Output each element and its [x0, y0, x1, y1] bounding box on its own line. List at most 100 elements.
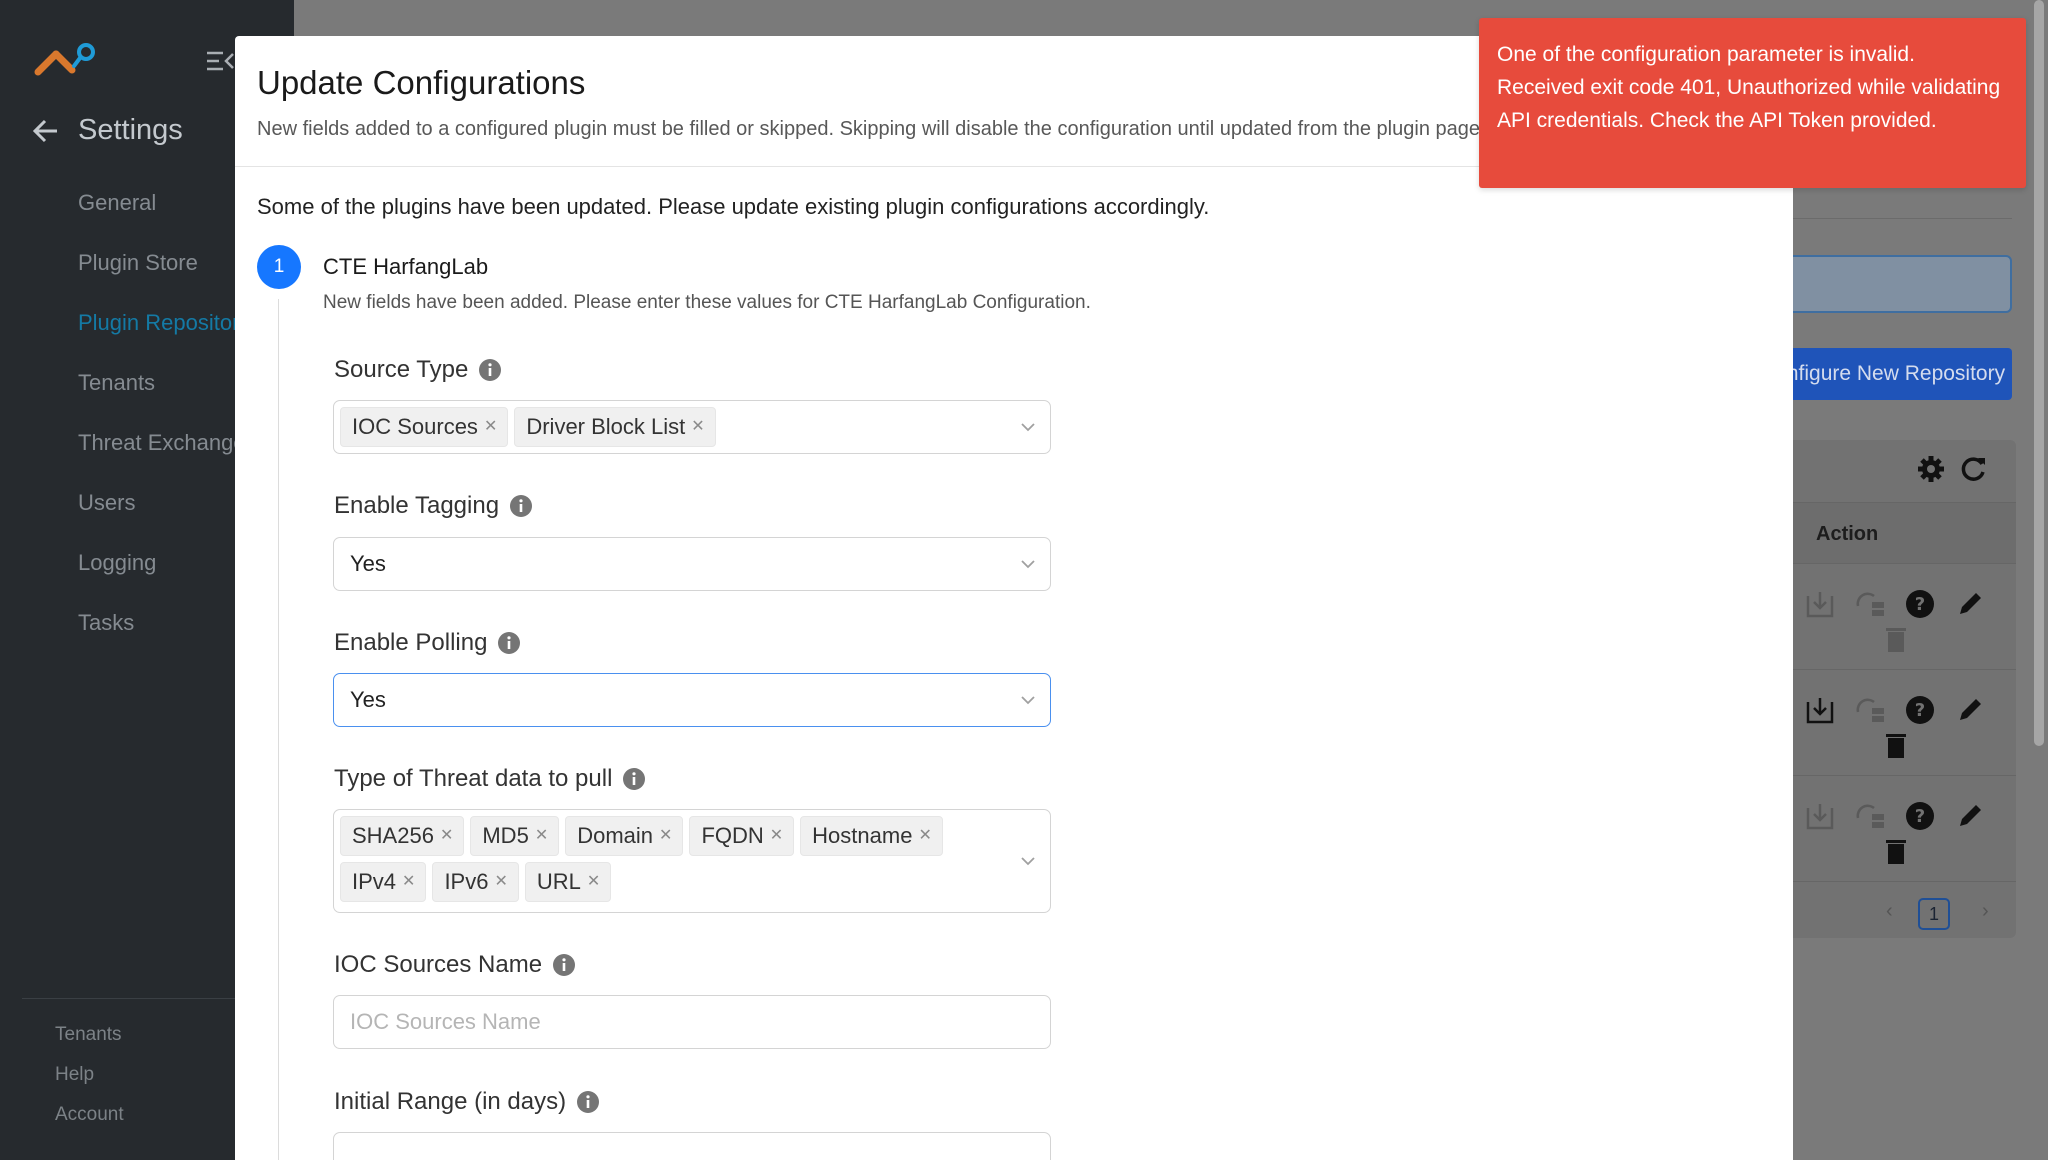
- tag-md5: MD5 ✕: [470, 816, 560, 856]
- column-action: Action: [1816, 523, 1879, 545]
- ioc-sources-name-input[interactable]: IOC Sources Name: [333, 995, 1051, 1049]
- info-icon[interactable]: [509, 494, 533, 518]
- footer-item-account[interactable]: Account: [55, 1104, 124, 1126]
- enable-tagging-label-text: Enable Tagging: [334, 492, 500, 519]
- source-type-select[interactable]: IOC Sources ✕ Driver Block List ✕: [333, 400, 1051, 454]
- source-type-label: Source Type: [334, 356, 502, 384]
- sidebar-item-plugin-store[interactable]: Plugin Store: [78, 250, 198, 276]
- info-icon[interactable]: [576, 1090, 600, 1114]
- info-icon[interactable]: [478, 358, 502, 382]
- next-page-icon: ›: [1982, 900, 1989, 922]
- page-scrollbar[interactable]: [2034, 0, 2044, 746]
- enable-tagging-select[interactable]: Yes: [333, 537, 1051, 591]
- chevron-down-icon: [1020, 420, 1036, 434]
- sidebar-item-tasks[interactable]: Tasks: [78, 610, 134, 636]
- tag-ipv4: IPv4 ✕: [340, 862, 427, 902]
- remove-tag-icon[interactable]: ✕: [659, 828, 672, 844]
- collapse-menu-icon[interactable]: [205, 48, 235, 74]
- threat-data-select[interactable]: SHA256 ✕ MD5 ✕ Domain ✕ FQDN ✕ Hostname ✕ IPv…: [333, 809, 1051, 913]
- tag-label: URL: [536, 869, 581, 894]
- sidebar-item-plugin-repository[interactable]: Plugin Repository: [78, 310, 250, 336]
- source-type-label-text: Source Type: [334, 356, 469, 383]
- app-logo-icon[interactable]: [28, 42, 98, 82]
- background-divider: [1790, 218, 2012, 219]
- tag-ipv6: IPv6 ✕: [432, 862, 519, 902]
- error-toast[interactable]: One of the configuration parameter is in…: [1479, 18, 2026, 188]
- remove-tag-icon[interactable]: ✕: [494, 874, 507, 890]
- enable-polling-select[interactable]: Yes: [333, 673, 1051, 727]
- trash-icon: [1880, 836, 1912, 868]
- tag-url: URL ✕: [524, 862, 612, 902]
- tag-ioc-sources: IOC Sources ✕: [340, 407, 509, 447]
- back-arrow-icon[interactable]: [32, 117, 60, 145]
- footer-item-help[interactable]: Help: [55, 1064, 94, 1086]
- sidebar-item-users[interactable]: Users: [78, 490, 135, 516]
- update-notice: Some of the plugins have been updated. P…: [257, 194, 1210, 219]
- download-icon: [1804, 800, 1836, 832]
- tag-label: Hostname: [812, 823, 913, 848]
- remove-tag-icon[interactable]: ✕: [440, 828, 453, 844]
- sync-icon: [1854, 588, 1886, 620]
- gear-icon: [1916, 454, 1946, 484]
- ioc-sources-name-placeholder: IOC Sources Name: [350, 1009, 541, 1034]
- sidebar-item-general[interactable]: General: [78, 190, 156, 216]
- table-row: ?: [1760, 670, 2016, 776]
- chevron-down-icon: [1020, 854, 1036, 868]
- help-circle-icon: ?: [1904, 694, 1936, 726]
- enable-tagging-value: Yes: [350, 551, 386, 576]
- remove-tag-icon[interactable]: ✕: [770, 828, 783, 844]
- edit-pencil-icon: [1954, 800, 1986, 832]
- footer-item-tenants[interactable]: Tenants: [55, 1024, 122, 1046]
- table-header: Action: [1760, 502, 2016, 564]
- svg-text:?: ?: [1915, 700, 1925, 721]
- initial-range-label: Initial Range (in days): [334, 1088, 600, 1116]
- settings-header: Settings: [32, 114, 183, 147]
- help-circle-icon: ?: [1904, 588, 1936, 620]
- enable-polling-value: Yes: [350, 687, 386, 712]
- tag-hostname: Hostname ✕: [800, 816, 943, 856]
- step-connector: [278, 299, 279, 1160]
- error-toast-message: One of the configuration parameter is in…: [1497, 43, 2001, 132]
- table-row: ?: [1760, 564, 2016, 670]
- table-row: ?: [1760, 776, 2016, 882]
- remove-tag-icon[interactable]: ✕: [587, 874, 600, 890]
- edit-pencil-icon: [1954, 694, 1986, 726]
- tag-label: IOC Sources: [352, 414, 478, 439]
- pagination: ‹ 1 ›: [1760, 890, 2016, 936]
- tag-fqdn: FQDN ✕: [689, 816, 795, 856]
- tag-label: SHA256: [352, 823, 434, 848]
- info-icon[interactable]: [622, 767, 646, 791]
- modal-title: Update Configurations: [257, 64, 586, 101]
- trash-icon: [1880, 730, 1912, 762]
- download-icon: [1804, 694, 1836, 726]
- info-icon[interactable]: [497, 631, 521, 655]
- remove-tag-icon[interactable]: ✕: [484, 419, 497, 435]
- help-circle-icon: ?: [1904, 800, 1936, 832]
- enable-polling-label-text: Enable Polling: [334, 629, 488, 656]
- remove-tag-icon[interactable]: ✕: [535, 828, 548, 844]
- threat-data-label: Type of Threat data to pull: [334, 765, 646, 793]
- tag-driver-block-list: Driver Block List ✕: [514, 407, 716, 447]
- current-page: 1: [1918, 898, 1950, 930]
- sidebar-item-tenants[interactable]: Tenants: [78, 370, 155, 396]
- ioc-sources-name-label-text: IOC Sources Name: [334, 951, 543, 978]
- tag-label: IPv4: [352, 869, 397, 894]
- info-icon[interactable]: [552, 953, 576, 977]
- tag-label: FQDN: [701, 823, 764, 848]
- remove-tag-icon[interactable]: ✕: [402, 874, 415, 890]
- trash-icon: [1880, 624, 1912, 656]
- background-search-box: [1760, 255, 2012, 313]
- initial-range-input[interactable]: 30: [333, 1132, 1051, 1160]
- remove-tag-icon[interactable]: ✕: [691, 419, 704, 435]
- sidebar-item-threat-exchange[interactable]: Threat Exchange: [78, 430, 246, 456]
- remove-tag-icon[interactable]: ✕: [918, 828, 931, 844]
- configure-new-repository-button: Configure New Repository: [1760, 348, 2012, 400]
- download-icon: [1804, 588, 1836, 620]
- tag-domain: Domain ✕: [565, 816, 684, 856]
- chevron-down-icon: [1020, 693, 1036, 707]
- initial-range-label-text: Initial Range (in days): [334, 1088, 567, 1115]
- sidebar-item-logging[interactable]: Logging: [78, 550, 156, 576]
- modal-subtitle: New fields added to a configured plugin …: [257, 118, 1486, 140]
- step-title: CTE HarfangLab: [323, 254, 489, 279]
- tag-label: Domain: [577, 823, 654, 848]
